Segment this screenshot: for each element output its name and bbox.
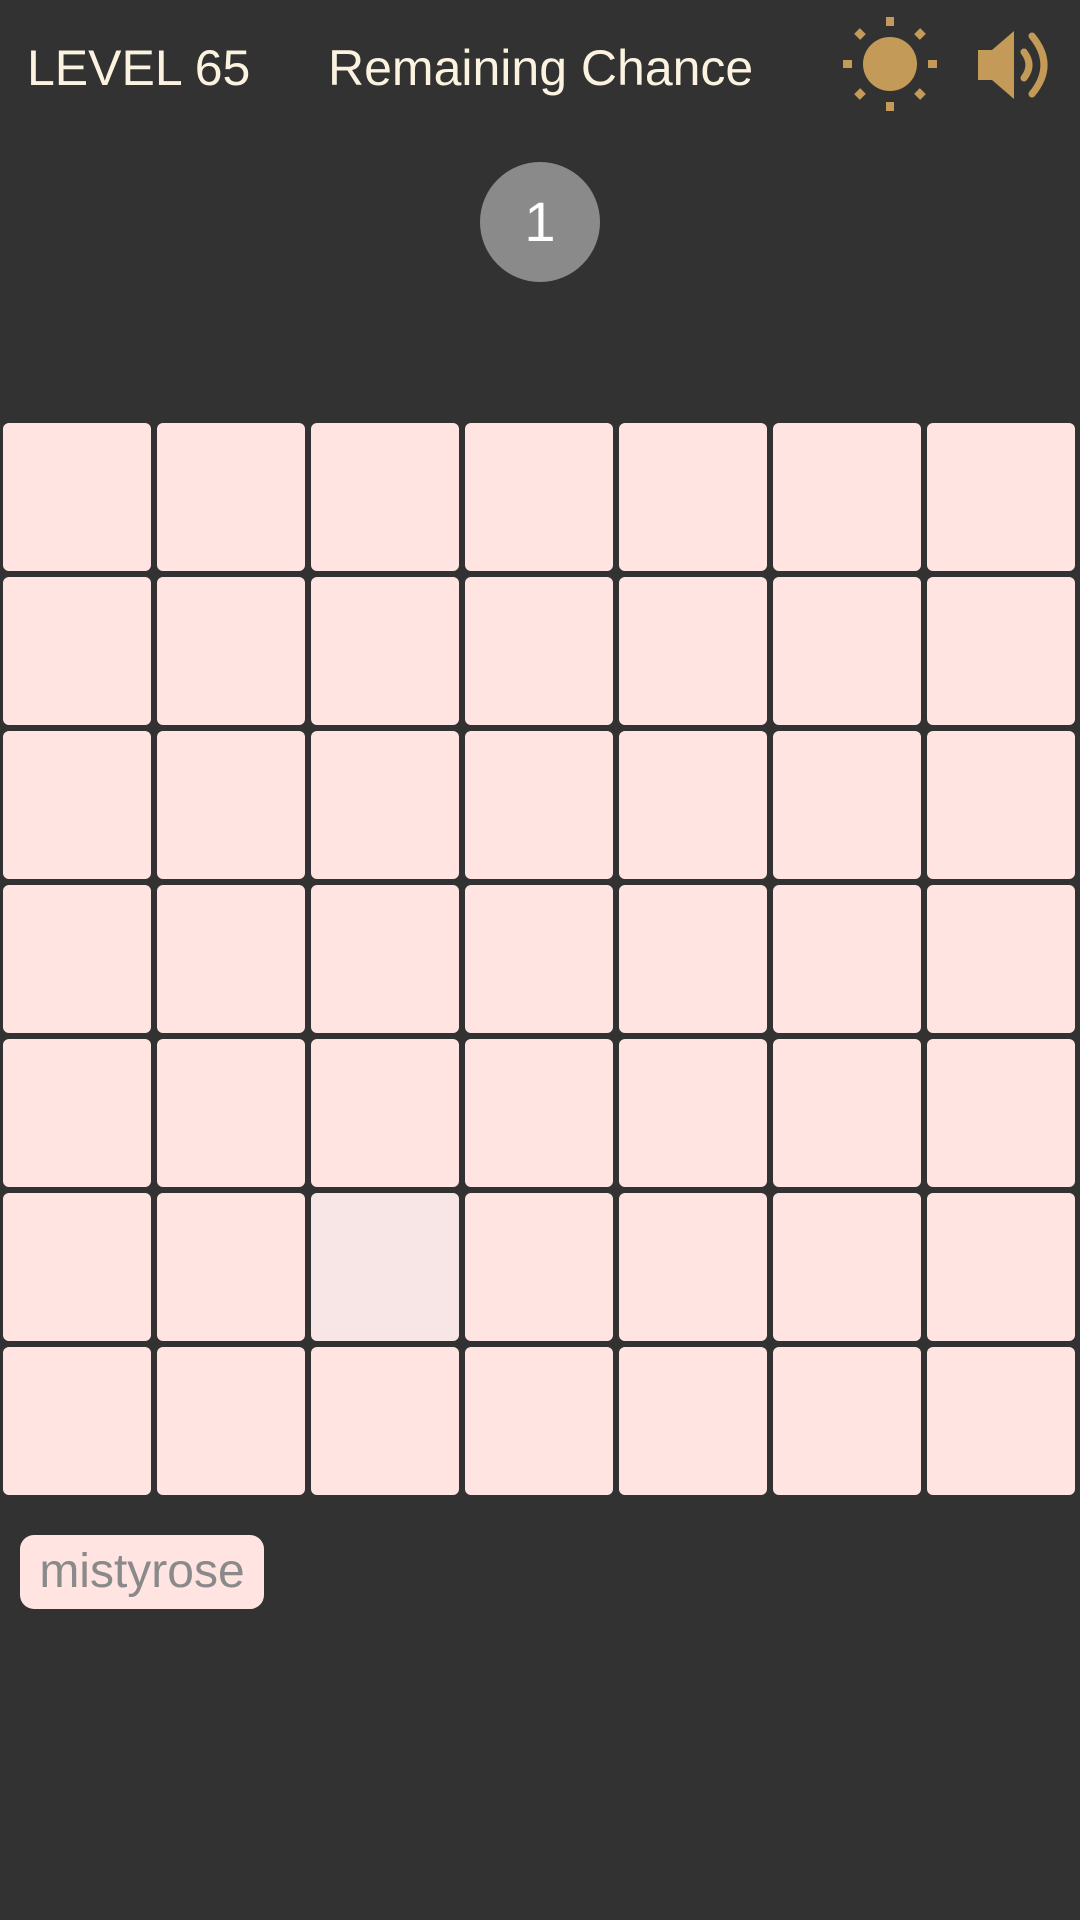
grid-cell[interactable] <box>619 577 767 725</box>
grid-cell[interactable] <box>311 1039 459 1187</box>
grid-cell[interactable] <box>773 1193 921 1341</box>
grid-cell[interactable] <box>311 1347 459 1495</box>
grid-cell[interactable] <box>465 731 613 879</box>
color-name-chip: mistyrose <box>20 1535 264 1609</box>
grid-cell[interactable] <box>773 885 921 1033</box>
color-grid <box>3 423 1077 1495</box>
grid-cell[interactable] <box>773 1039 921 1187</box>
grid-cell[interactable] <box>311 577 459 725</box>
grid-cell[interactable] <box>927 1039 1075 1187</box>
grid-cell[interactable] <box>311 885 459 1033</box>
speaker-icon <box>978 31 1048 99</box>
grid-cell[interactable] <box>465 1347 613 1495</box>
grid-cell[interactable] <box>619 1039 767 1187</box>
grid-cell[interactable] <box>157 1193 305 1341</box>
grid-cell[interactable] <box>927 1347 1075 1495</box>
brightness-button[interactable] <box>840 14 940 114</box>
grid-cell[interactable] <box>773 577 921 725</box>
grid-cell[interactable] <box>157 885 305 1033</box>
grid-cell[interactable] <box>157 1347 305 1495</box>
grid-cell[interactable] <box>619 731 767 879</box>
grid-cell[interactable] <box>3 1039 151 1187</box>
grid-cell[interactable] <box>773 1347 921 1495</box>
grid-cell[interactable] <box>927 1193 1075 1341</box>
remaining-chance-label: Remaining Chance <box>328 40 754 96</box>
grid-cell[interactable] <box>465 423 613 571</box>
grid-cell[interactable] <box>157 577 305 725</box>
grid-cell[interactable] <box>465 885 613 1033</box>
grid-cell[interactable] <box>927 731 1075 879</box>
grid-cell[interactable] <box>465 1193 613 1341</box>
grid-cell[interactable] <box>3 731 151 879</box>
grid-cell[interactable] <box>773 423 921 571</box>
grid-cell[interactable] <box>157 1039 305 1187</box>
grid-cell[interactable] <box>3 1347 151 1495</box>
grid-cell[interactable] <box>3 1193 151 1341</box>
grid-cell[interactable] <box>619 1193 767 1341</box>
sound-button[interactable] <box>974 22 1060 108</box>
grid-cell[interactable] <box>619 1347 767 1495</box>
grid-cell[interactable] <box>3 423 151 571</box>
grid-cell[interactable] <box>311 423 459 571</box>
grid-cell[interactable] <box>157 731 305 879</box>
grid-cell[interactable] <box>619 885 767 1033</box>
grid-cell[interactable] <box>311 1193 459 1341</box>
grid-cell[interactable] <box>927 577 1075 725</box>
sun-icon <box>843 17 937 111</box>
grid-cell[interactable] <box>465 577 613 725</box>
grid-cell[interactable] <box>773 731 921 879</box>
grid-cell[interactable] <box>311 731 459 879</box>
grid-cell[interactable] <box>157 423 305 571</box>
grid-cell[interactable] <box>3 577 151 725</box>
grid-cell[interactable] <box>927 423 1075 571</box>
grid-cell[interactable] <box>3 885 151 1033</box>
level-label: LEVEL 65 <box>27 40 251 96</box>
remaining-chance-count: 1 <box>480 162 600 282</box>
top-bar: LEVEL 65 Remaining Chance <box>0 0 1080 140</box>
grid-cell[interactable] <box>927 885 1075 1033</box>
grid-cell[interactable] <box>619 423 767 571</box>
grid-cell[interactable] <box>465 1039 613 1187</box>
